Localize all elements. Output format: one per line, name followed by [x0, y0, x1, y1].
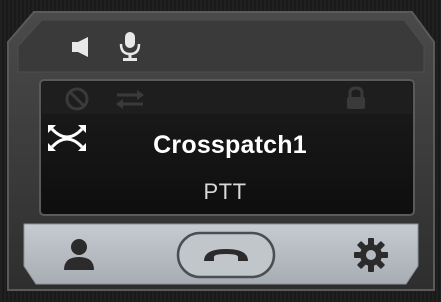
blocked-icon [65, 87, 89, 111]
channel-mode: PTT [203, 179, 247, 204]
channel-name: Crosspatch1 [153, 131, 307, 159]
gear-icon[interactable] [353, 237, 389, 273]
transfer-arrows-icon [116, 90, 144, 109]
handset-button[interactable] [176, 231, 276, 279]
user-icon[interactable] [60, 236, 98, 272]
microphone-icon[interactable] [117, 30, 143, 62]
crosspatch-icon [48, 125, 86, 151]
lock-icon [347, 86, 365, 109]
speaker-icon[interactable] [70, 36, 100, 58]
